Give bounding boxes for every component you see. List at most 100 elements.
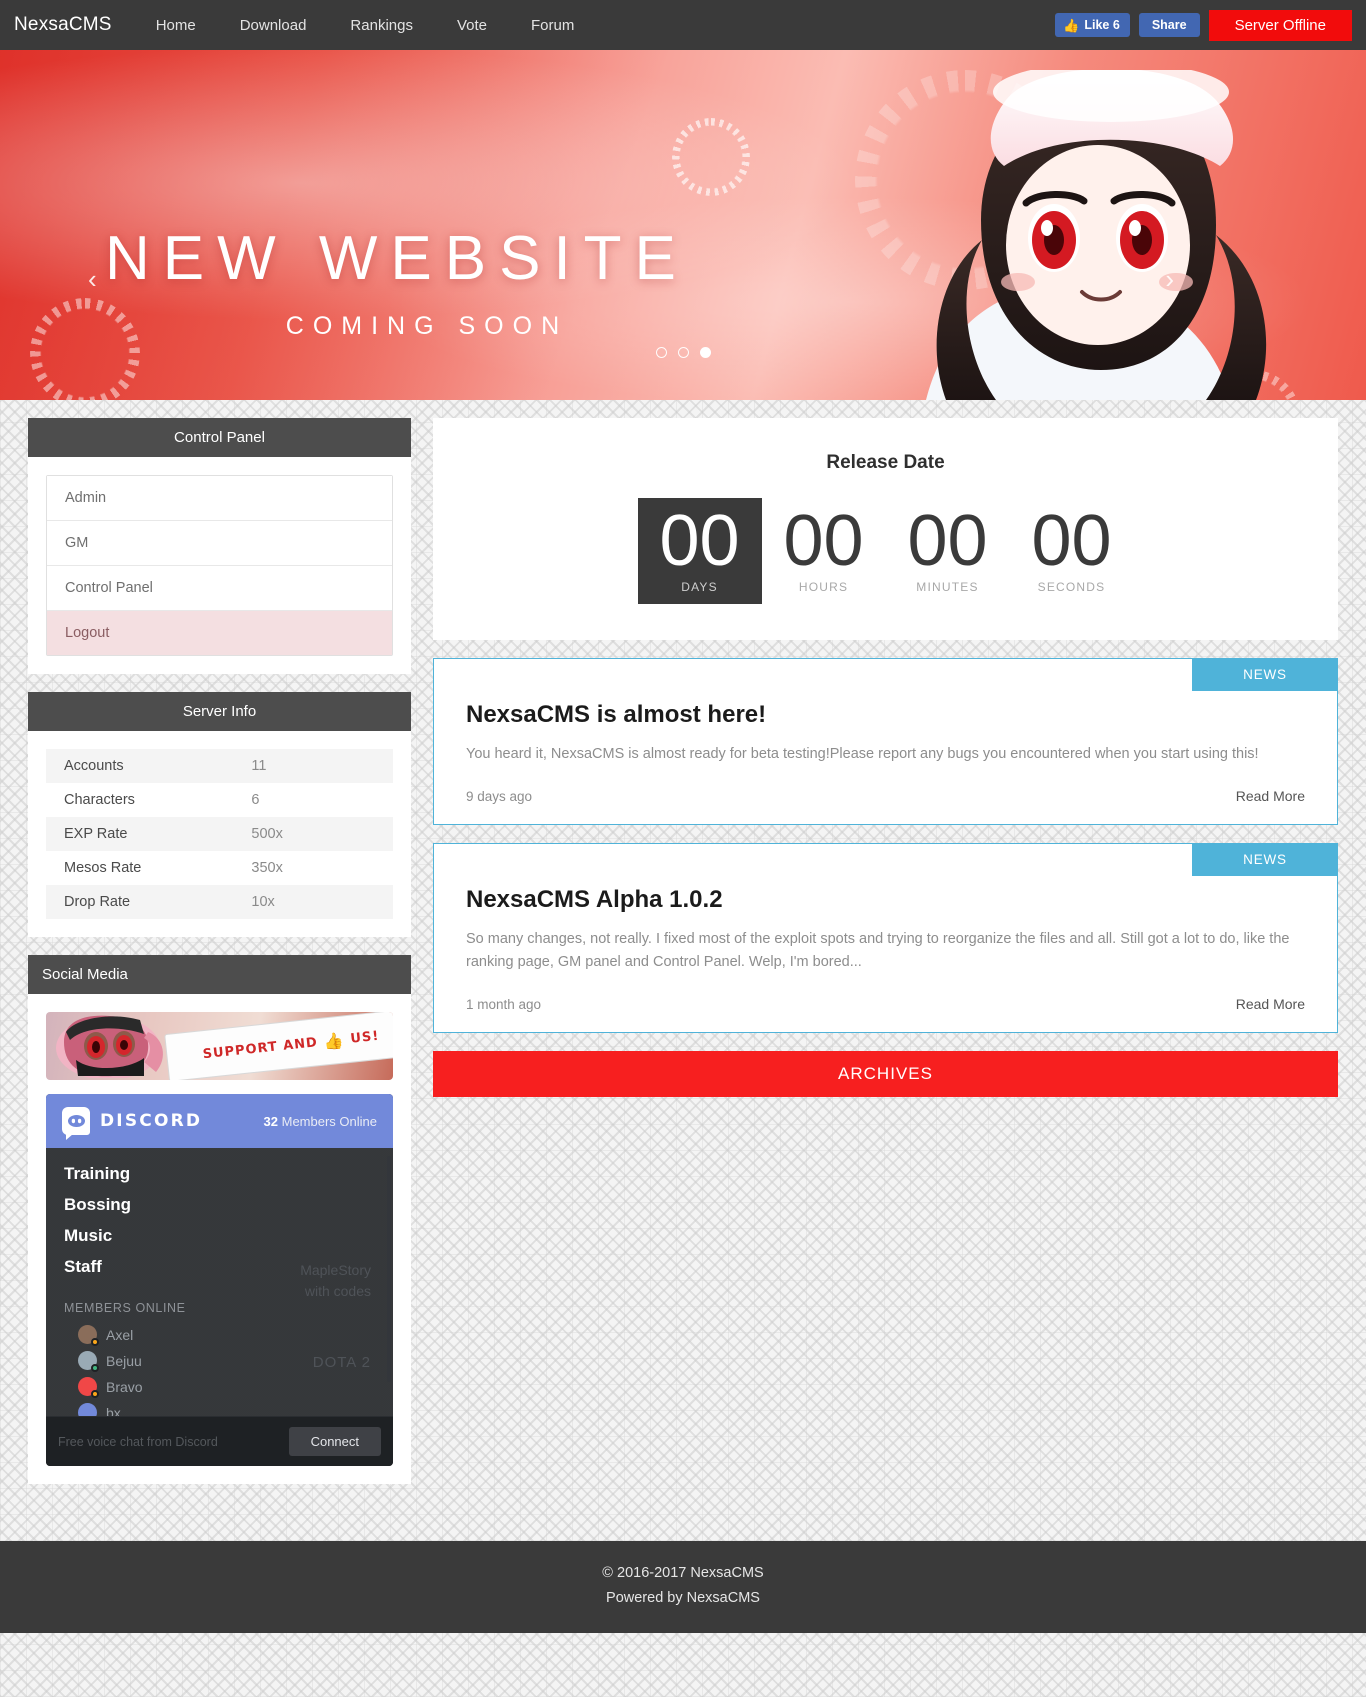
hero-subtitle: COMING SOON (285, 312, 569, 340)
news-date: 1 month ago (466, 996, 542, 1012)
discord-members-count: 32 (263, 1113, 278, 1129)
countdown-hours: 00 HOURS (762, 498, 886, 604)
control-panel-body: Admin GM Control Panel Logout (28, 457, 411, 674)
news-date: 9 days ago (466, 788, 533, 804)
list-item[interactable]: bx (64, 1403, 375, 1416)
main-content: Control Panel Admin GM Control Panel Log… (0, 400, 1366, 1502)
slider-dot-2[interactable] (677, 347, 689, 358)
control-panel-title: Control Panel (28, 418, 411, 457)
control-panel-widget: Control Panel Admin GM Control Panel Log… (28, 418, 411, 674)
news-card: NEWS NexsaCMS Alpha 1.0.2 So many change… (433, 843, 1338, 1033)
facebook-share-button[interactable]: Share (1138, 13, 1200, 37)
status-badge (91, 1364, 99, 1372)
news-footer: 9 days ago Read More (434, 766, 1337, 824)
main-column: Release Date 00 DAYS 00 HOURS 00 MINUTES (433, 418, 1338, 1097)
avatar (78, 1325, 99, 1346)
slider-dot-1[interactable] (655, 347, 667, 358)
social-media-widget: Social Media SUPPORT AND 👍 US! DISCORD 3… (28, 955, 411, 1484)
discord-connect-button[interactable]: Connect (288, 1427, 381, 1456)
site-brand[interactable]: NexsaCMS (14, 14, 112, 36)
countdown-seconds-value: 00 (1031, 501, 1112, 581)
thumbs-up-icon: 👍 (1063, 17, 1080, 33)
discord-channel-music[interactable]: Music (64, 1226, 375, 1246)
nav-link-home[interactable]: Home (134, 11, 218, 40)
nav-link-forum[interactable]: Forum (509, 11, 596, 40)
discord-game-status: DOTA 2 (312, 1354, 371, 1371)
control-panel-list: Admin GM Control Panel Logout (46, 475, 393, 656)
countdown-hours-label: HOURS (798, 580, 849, 594)
page-title: Release Date (826, 452, 945, 473)
server-info-value: 11 (233, 749, 393, 783)
countdown-minutes: 00 MINUTES (886, 498, 1010, 604)
table-row: EXP Rate 500x (46, 817, 393, 851)
nav-link-rankings[interactable]: Rankings (328, 11, 435, 40)
sidebar-item-control-panel[interactable]: Control Panel (47, 566, 392, 611)
list-item[interactable]: Bravo (64, 1377, 375, 1398)
navbar-actions: 👍 Like 6 Share Server Offline (1055, 9, 1352, 41)
discord-channel-training[interactable]: Training (64, 1164, 375, 1184)
sidebar: Control Panel Admin GM Control Panel Log… (28, 418, 411, 1502)
table-row: Mesos Rate 350x (46, 851, 393, 885)
slider-next-arrow-icon[interactable]: › (1165, 264, 1174, 295)
archives-button[interactable]: ARCHIVES (433, 1051, 1338, 1097)
server-info-label: Characters (64, 792, 135, 808)
discord-wordmark: DISCORD (100, 1111, 203, 1131)
sidebar-item-admin[interactable]: Admin (47, 476, 392, 521)
status-badge (91, 1390, 99, 1398)
server-info-label: EXP Rate (46, 817, 234, 851)
news-title[interactable]: NexsaCMS Alpha 1.0.2 (466, 886, 1305, 914)
support-ribbon-text2: US! (349, 1028, 380, 1047)
discord-face-icon (67, 1115, 85, 1127)
countdown-row: 00 DAYS 00 HOURS 00 MINUTES 00 SECONDS (433, 498, 1338, 604)
slider-dot-3[interactable] (699, 347, 711, 358)
server-status-button[interactable]: Server Offline (1208, 9, 1352, 41)
news-badge[interactable]: NEWS (1192, 658, 1338, 691)
read-more-link[interactable]: Read More (1236, 788, 1305, 804)
news-badge[interactable]: NEWS (1192, 843, 1338, 876)
discord-member-name: bx (106, 1404, 121, 1417)
sidebar-item-gm[interactable]: GM (47, 521, 392, 566)
release-countdown-widget: Release Date 00 DAYS 00 HOURS 00 MINUTES (433, 418, 1338, 640)
primary-nav: Home Download Rankings Vote Forum (134, 11, 597, 40)
discord-channel-bossing[interactable]: Bossing (64, 1195, 375, 1215)
facebook-support-banner[interactable]: SUPPORT AND 👍 US! (46, 1012, 393, 1080)
discord-member-name: Bejuu (106, 1352, 142, 1369)
discord-logo-icon (62, 1107, 90, 1140)
hero-text-block: NEW WEBSITE COMING SOON (105, 228, 689, 341)
nav-link-download[interactable]: Download (218, 11, 329, 40)
avatar (78, 1377, 99, 1398)
slider-prev-arrow-icon[interactable]: ‹ (88, 264, 97, 295)
avatar (78, 1351, 99, 1372)
discord-game-status-list: MapleStory with codes DOTA 2 (300, 1260, 371, 1373)
server-info-value: 500x (233, 817, 393, 851)
countdown-hours-value: 00 (783, 501, 864, 581)
status-badge (91, 1338, 99, 1346)
countdown-seconds: 00 SECONDS (1010, 498, 1134, 604)
sidebar-item-logout[interactable]: Logout (47, 611, 392, 655)
footer-powered-by: Powered by NexsaCMS (606, 1590, 760, 1606)
discord-member-name: Axel (106, 1326, 134, 1343)
banner-character-art (56, 1015, 163, 1078)
read-more-link[interactable]: Read More (1236, 996, 1305, 1012)
table-row: Accounts 11 (46, 749, 393, 783)
server-info-value: 350x (251, 860, 283, 876)
decorative-ring-icon (672, 118, 750, 196)
countdown-minutes-value: 00 (907, 501, 988, 581)
hero-slider[interactable]: P NEW WEBSITE COMING SOON ‹ (0, 50, 1366, 400)
server-info-title: Server Info (28, 692, 411, 731)
server-info-widget: Server Info Accounts 11 Characters 6 EXP… (28, 692, 411, 937)
discord-scrollbar[interactable] (387, 1156, 391, 1382)
discord-member-name: Bravo (106, 1378, 143, 1395)
countdown-seconds-label: SECONDS (1037, 580, 1106, 594)
news-title[interactable]: NexsaCMS is almost here! (466, 701, 1305, 729)
countdown-days-label: DAYS (681, 580, 718, 594)
news-excerpt: So many changes, not really. I fixed mos… (466, 931, 1290, 970)
facebook-like-button[interactable]: 👍 Like 6 (1055, 13, 1130, 37)
countdown-days: 00 DAYS (637, 498, 762, 604)
server-info-label: Drop Rate (46, 885, 234, 919)
nav-link-vote[interactable]: Vote (435, 11, 509, 40)
slider-dots (0, 347, 1366, 358)
page-root: NexsaCMS Home Download Rankings Vote For… (0, 0, 1366, 1633)
discord-footer-text: Free voice chat from Discord (58, 1434, 218, 1449)
avatar (78, 1403, 97, 1416)
